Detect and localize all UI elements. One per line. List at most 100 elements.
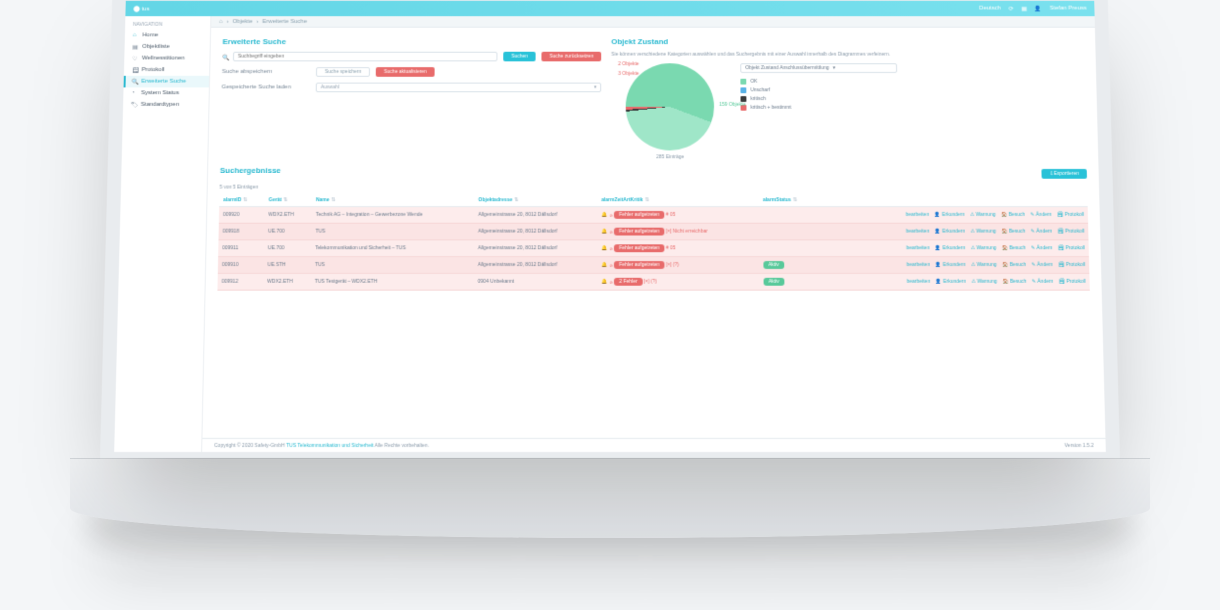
action-visit[interactable]: 🏠 Besuch (1002, 279, 1026, 285)
action-visit[interactable]: 🏠 Besuch (1002, 262, 1026, 268)
sort-icon: ⇅ (243, 197, 247, 203)
sidebar-item-wellnesstitionen[interactable]: ♡Wellnesstitionen (124, 53, 209, 65)
action-explore[interactable]: 👤 Erkundern (935, 262, 965, 268)
sidebar-item-standardtypen[interactable]: 🏷Standardtypen (123, 99, 209, 111)
pie-slice-label: 2 Objekte (618, 61, 639, 67)
pie-chart[interactable]: 2 Objekte 3 Objekte 159 Objekte 285 Eint… (611, 63, 729, 160)
cell-name: TUS (311, 257, 474, 274)
update-search-button[interactable]: Suche aktualisieren (376, 67, 435, 77)
action-log[interactable]: 🗒 Protokoll (1057, 229, 1084, 235)
table-header[interactable]: Gerät⇅ (265, 194, 312, 206)
footer: Copyright © 2020 Safety-GmbH TUS Telekom… (202, 438, 1106, 452)
breadcrumb-item: Erweiterte Suche (262, 19, 307, 25)
sidebar-item-label: Protokoll (142, 67, 165, 73)
search-icon: 🔍 (131, 79, 137, 85)
load-search-label: Gespeicherte Suche laden (222, 85, 310, 91)
action-warn[interactable]: ⚠ Warnung (970, 229, 996, 235)
action-explore[interactable]: 👤 Erkundern (936, 279, 967, 285)
sort-icon: ⇅ (514, 197, 518, 203)
table-row: 009920 WDX2.ETH Technik AG – Integration… (219, 207, 1088, 224)
cell-status: Aktiv (759, 257, 819, 274)
table-header[interactable]: alarmStatus⇅ (759, 194, 819, 206)
action-log[interactable]: 🗒 Protokoll (1059, 279, 1086, 285)
legend-label: kritisch (750, 96, 765, 102)
action-change[interactable]: ✎ Ändern (1031, 229, 1053, 235)
alert-icon: 🔔⊘ (601, 212, 613, 218)
action-explore[interactable]: 👤 Erkundern (934, 212, 964, 218)
status-pill: Aktiv (763, 261, 784, 269)
action-warn[interactable]: ⚠ Warnung (971, 245, 997, 251)
cell-crit: 🔔⊘ Fehler aufgetreten # 05 (597, 240, 759, 257)
action-change[interactable]: ✎ Ändern (1030, 212, 1052, 218)
action-visit[interactable]: 🏠 Besuch (1002, 245, 1026, 251)
action-edit[interactable]: bearbeiten (906, 262, 929, 268)
save-search-button[interactable]: Suche speichern (316, 67, 370, 77)
breadcrumb-item[interactable]: Objekte (232, 19, 252, 25)
reset-search-button[interactable]: Suche zurücksetzen (542, 52, 602, 62)
footer-link[interactable]: TUS Telekommunikation und Sicherheit (286, 442, 373, 448)
cell-device: UE.700 (264, 223, 312, 240)
cell-device: WDX2.ETH (263, 273, 311, 290)
search-button[interactable]: Suchen (503, 52, 535, 62)
sidebar-item-label: Erweiterte Suche (141, 79, 186, 85)
sidebar: NAVIGATION ⌂Home▤Objektliste♡Wellnesstit… (114, 16, 211, 452)
sidebar-item-home[interactable]: ⌂Home (125, 30, 210, 42)
footer-rights: Alle Rechte vorbehalten. (375, 442, 430, 448)
crit-extra: [×] Nicht erreichbar (666, 229, 708, 235)
sidebar-item-system-status[interactable]: ◔System Status (123, 87, 209, 99)
table-header[interactable]: Objektadresse⇅ (474, 194, 597, 206)
language-switch[interactable]: Deutsch (979, 6, 1001, 12)
action-explore[interactable]: 👤 Erkundern (935, 229, 965, 235)
sidebar-item-protokoll[interactable]: 🗒 Protokoll (124, 64, 210, 76)
legend-item[interactable]: kritisch (741, 96, 1085, 102)
action-explore[interactable]: 👤 Erkundern (935, 245, 965, 251)
action-log[interactable]: 🗒 Protokoll (1058, 245, 1085, 251)
cell-alarmid: 009912 (217, 273, 263, 290)
action-change[interactable]: ✎ Ändern (1031, 245, 1053, 251)
state-category-select[interactable]: Objekt Zustand Anschlussübermittlung ▾ (740, 63, 897, 73)
table-header[interactable] (819, 194, 1088, 206)
saved-search-select[interactable]: Auswahl ▾ (316, 83, 602, 93)
action-visit[interactable]: 🏠 Besuch (1001, 229, 1025, 235)
table-header[interactable]: Name⇅ (312, 194, 475, 206)
sidebar-item-erweiterte-suche[interactable]: 🔍 Erweiterte Suche (124, 76, 210, 88)
crit-extra: # 05 (666, 245, 676, 251)
chevron-down-icon: ▾ (833, 65, 836, 71)
action-change[interactable]: ✎ Ändern (1032, 279, 1054, 285)
search-icon: 🔍 (222, 54, 227, 59)
action-log[interactable]: 🗒 Protokoll (1058, 262, 1085, 268)
crit-extra: [×] (?) (666, 262, 679, 268)
sidebar-item-label: Wellnesstitionen (142, 56, 185, 62)
action-edit[interactable]: bearbeiten (906, 212, 929, 218)
legend-item[interactable]: OK (741, 79, 1085, 85)
legend-item[interactable]: kritisch + bestimmt (741, 105, 1086, 111)
action-edit[interactable]: bearbeiten (906, 245, 929, 251)
action-change[interactable]: ✎ Ändern (1031, 262, 1053, 268)
user-icon[interactable]: 👤 (1035, 5, 1042, 12)
table-header[interactable]: alarmZeitArtKritik⇅ (597, 194, 759, 206)
action-warn[interactable]: ⚠ Warnung (970, 212, 996, 218)
pie-slice-label: 159 Objekte (719, 102, 746, 108)
breadcrumb-home-icon[interactable]: ⌂ (219, 19, 223, 25)
action-visit[interactable]: 🏠 Besuch (1001, 212, 1025, 218)
cell-address: Allgemeinstrasse 20, 8012 Dällsdorf (474, 240, 597, 257)
crit-badge: Fehler aufgetreten (614, 244, 664, 252)
table-row: 009918 UE.700 TUS Allgemeinstrasse 20, 8… (218, 223, 1088, 240)
action-warn[interactable]: ⚠ Warnung (971, 262, 997, 268)
search-input[interactable] (233, 52, 498, 62)
refresh-icon[interactable]: ⟳ (1009, 5, 1014, 12)
action-edit[interactable]: bearbeiten (907, 279, 931, 285)
legend-item[interactable]: Unscharf (741, 87, 1085, 93)
export-button[interactable]: ⇩ Exportieren (1042, 168, 1087, 178)
cell-device: UE.STH (263, 257, 311, 274)
grid-icon[interactable]: ▦ (1021, 5, 1027, 12)
action-log[interactable]: 🗒 Protokoll (1057, 212, 1084, 218)
action-edit[interactable]: bearbeiten (906, 229, 929, 235)
table-header[interactable]: alarmID⇅ (219, 194, 265, 206)
sidebar-item-objektliste[interactable]: ▤Objektliste (124, 41, 209, 53)
user-name[interactable]: Stefan Preuss (1050, 6, 1087, 12)
action-warn[interactable]: ⚠ Warnung (971, 279, 997, 285)
cell-crit: 🔔⊘ Fehler aufgetreten [×] (?) (597, 257, 759, 274)
laptop-keyboard (70, 458, 1150, 538)
clipboard-icon: 🗒 (132, 67, 138, 73)
